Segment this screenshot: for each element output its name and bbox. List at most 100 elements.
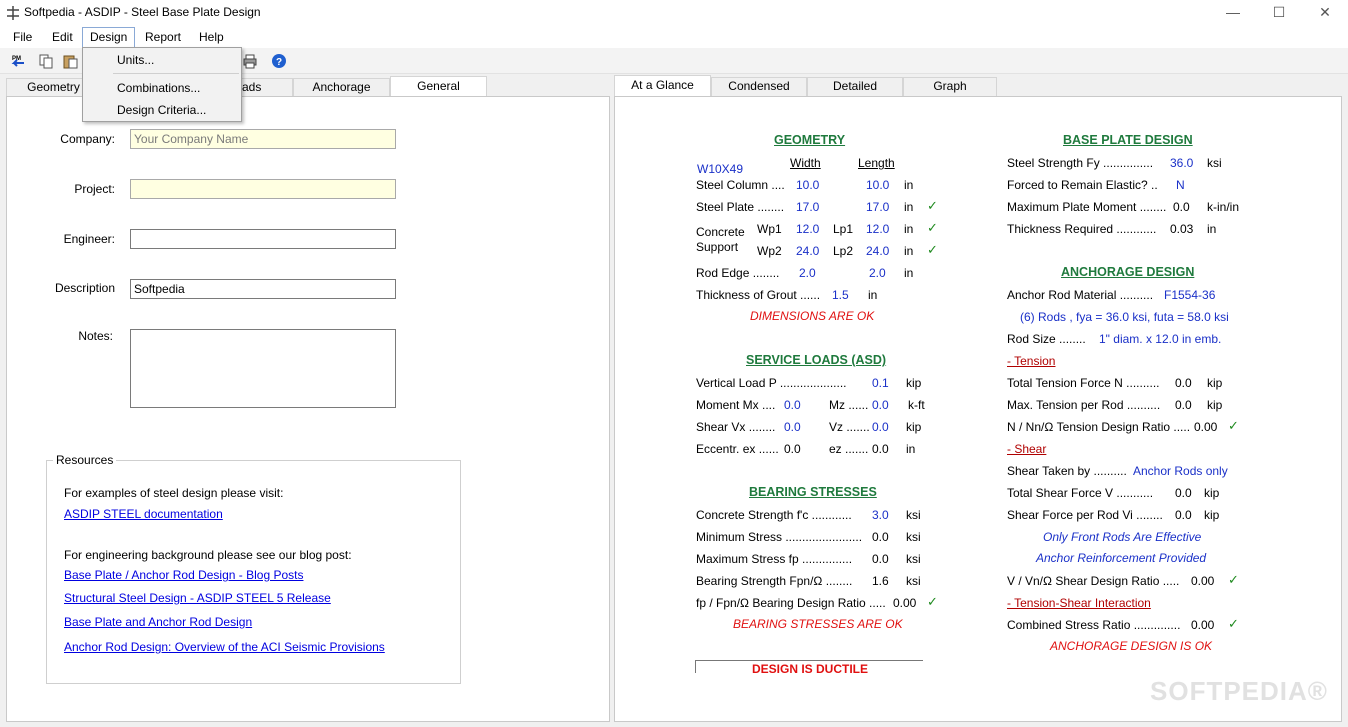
wp2-label: Wp2 <box>757 244 782 258</box>
unit-in: in <box>904 266 914 280</box>
menu-design-criteria[interactable]: Design Criteria... <box>117 103 206 117</box>
unit-kip: kip <box>906 420 922 434</box>
unit-ksi: ksi <box>1207 156 1222 170</box>
wp2-value: 24.0 <box>796 244 820 258</box>
ecc-ez-value: 0.0 <box>872 442 889 456</box>
plate-moment-label: Maximum Plate Moment ........ <box>1007 200 1167 214</box>
max-tension-rod-value: 0.0 <box>1175 398 1192 412</box>
minimize-button[interactable]: — <box>1210 0 1256 26</box>
check-icon: ✓ <box>1228 418 1239 433</box>
resources-intro1: For examples of steel design please visi… <box>64 486 284 500</box>
total-shear-value: 0.0 <box>1175 486 1192 500</box>
paste-icon[interactable] <box>62 53 78 69</box>
tension-section: - Tension <box>1007 354 1056 368</box>
title-bar: Softpedia - ASDIP - Steel Base Plate Des… <box>0 0 1348 26</box>
tab-condensed[interactable]: Condensed <box>711 77 807 96</box>
shear-vz-value: 0.0 <box>872 420 889 434</box>
link-blog-posts[interactable]: Base Plate / Anchor Rod Design - Blog Po… <box>64 568 303 582</box>
unit-kin-in: k-in/in <box>1207 200 1240 214</box>
steel-column-length: 10.0 <box>866 178 890 192</box>
minimum-stress-label: Minimum Stress ....................... <box>696 530 863 544</box>
shear-vx-value: 0.0 <box>784 420 801 434</box>
unit-kip: kip <box>1204 486 1220 500</box>
combined-ratio-value: 0.00 <box>1191 618 1215 632</box>
copy-icon[interactable] <box>38 53 54 69</box>
link-steel5-release[interactable]: Structural Steel Design - ASDIP STEEL 5 … <box>64 591 331 605</box>
forced-elastic-label: Forced to Remain Elastic? .. <box>1007 178 1158 192</box>
rods-summary: (6) Rods , fya = 36.0 ksi, futa = 58.0 k… <box>1020 310 1229 324</box>
engineer-input[interactable] <box>130 229 396 249</box>
check-icon: ✓ <box>1228 572 1239 587</box>
window-title: Softpedia - ASDIP - Steel Base Plate Des… <box>24 5 261 19</box>
notes-textarea[interactable] <box>130 329 396 408</box>
concrete-strength-value: 3.0 <box>872 508 889 522</box>
check-icon: ✓ <box>927 198 938 213</box>
eccentricity-label: Eccentr. ex ...... <box>696 442 779 456</box>
unit-kft: k-ft <box>908 398 925 412</box>
unit-in: in <box>906 442 916 456</box>
menu-report[interactable]: Report <box>138 26 188 48</box>
steel-plate-width: 17.0 <box>796 200 820 214</box>
menu-edit[interactable]: Edit <box>45 26 80 48</box>
print-icon[interactable] <box>242 53 258 69</box>
maximize-button[interactable]: ☐ <box>1256 0 1302 26</box>
shear-taken-value: Anchor Rods only <box>1133 464 1228 478</box>
rod-edge-width: 2.0 <box>799 266 816 280</box>
tab-general[interactable]: General <box>390 76 487 97</box>
menu-file[interactable]: File <box>6 26 39 48</box>
bearing-ratio-value: 0.00 <box>893 596 917 610</box>
tab-detailed[interactable]: Detailed <box>807 77 903 96</box>
svg-text:?: ? <box>276 57 282 68</box>
anchorage-heading: ANCHORAGE DESIGN <box>1061 265 1195 279</box>
bearing-ok: BEARING STRESSES ARE OK <box>733 617 903 631</box>
tab-graph[interactable]: Graph <box>903 77 997 96</box>
close-button[interactable]: ✕ <box>1302 0 1348 26</box>
help-icon[interactable]: ? <box>271 53 287 69</box>
concrete-strength-label: Concrete Strength f'c ............ <box>696 508 852 522</box>
total-shear-label: Total Shear Force V ........... <box>1007 486 1154 500</box>
link-steel-documentation[interactable]: ASDIP STEEL documentation <box>64 507 223 521</box>
rod-edge-length: 2.0 <box>869 266 886 280</box>
steel-column-width: 10.0 <box>796 178 820 192</box>
shear-ratio-value: 0.00 <box>1191 574 1215 588</box>
menu-help[interactable]: Help <box>192 26 231 48</box>
rod-size-label: Rod Size ........ <box>1007 332 1086 346</box>
thickness-required-value: 0.03 <box>1170 222 1194 236</box>
max-tension-rod-label: Max. Tension per Rod .......... <box>1007 398 1161 412</box>
check-icon: ✓ <box>927 242 938 257</box>
link-base-plate-anchor[interactable]: Base Plate and Anchor Rod Design <box>64 615 252 629</box>
support-label: Support <box>696 240 739 254</box>
lp2-value: 24.0 <box>866 244 890 258</box>
lp2-label: Lp2 <box>833 244 854 258</box>
ecc-ex-value: 0.0 <box>784 442 801 456</box>
engineer-label: Engineer: <box>63 232 115 246</box>
project-label: Project: <box>74 182 115 196</box>
shear-section: - Shear <box>1007 442 1047 456</box>
project-input[interactable] <box>130 179 396 199</box>
shear-label: Shear Vx ........ <box>696 420 776 434</box>
tab-anchorage[interactable]: Anchorage <box>293 78 390 97</box>
unit-kip: kip <box>1204 508 1220 522</box>
steel-plate-length: 17.0 <box>866 200 890 214</box>
unit-ksi: ksi <box>906 508 921 522</box>
menu-combinations[interactable]: Combinations... <box>117 81 200 95</box>
description-input[interactable]: Softpedia <box>130 279 396 299</box>
link-aci-seismic[interactable]: Anchor Rod Design: Overview of the ACI S… <box>64 640 385 654</box>
dimensions-ok: DIMENSIONS ARE OK <box>750 309 875 323</box>
unit-in: in <box>904 222 914 236</box>
total-tension-label: Total Tension Force N .......... <box>1007 376 1160 390</box>
front-rods-note: Only Front Rods Are Effective <box>1043 530 1202 544</box>
tab-at-a-glance[interactable]: At a Glance <box>614 75 711 96</box>
company-input[interactable]: Your Company Name <box>130 129 396 149</box>
concrete-label: Concrete <box>696 225 745 239</box>
vertical-load-value: 0.1 <box>872 376 889 390</box>
rod-size-value: 1" diam. x 12.0 in emb. <box>1099 332 1222 346</box>
wp1-label: Wp1 <box>757 222 782 236</box>
bearing-heading: BEARING STRESSES <box>749 485 877 499</box>
pm-icon[interactable]: PM <box>10 53 26 69</box>
menu-design[interactable]: Design <box>82 27 136 48</box>
check-icon: ✓ <box>927 594 938 609</box>
shear-per-rod-value: 0.0 <box>1175 508 1192 522</box>
grout-value: 1.5 <box>832 288 849 302</box>
menu-units[interactable]: Units... <box>117 53 154 67</box>
